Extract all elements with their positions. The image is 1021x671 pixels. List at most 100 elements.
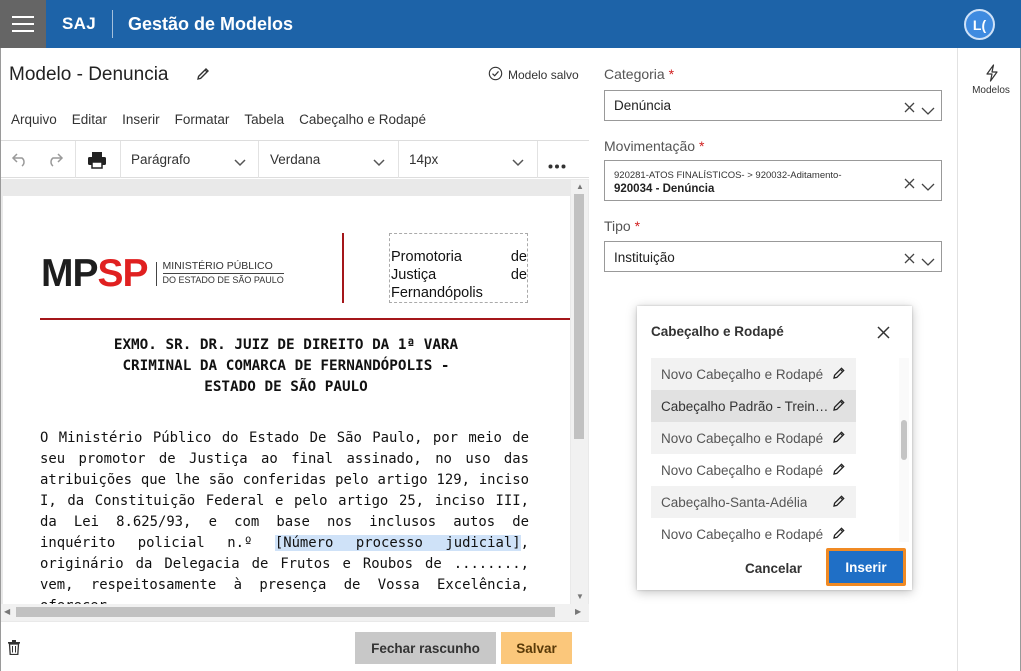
scrollbar-thumb[interactable] xyxy=(574,194,584,439)
trash-icon[interactable] xyxy=(8,640,20,660)
clear-icon[interactable] xyxy=(904,176,915,194)
pencil-icon[interactable] xyxy=(832,430,846,447)
pencil-icon[interactable] xyxy=(832,494,846,511)
movimentacao-select[interactable]: 920281-ATOS FINALÍSTICOS- > 920032-Adita… xyxy=(604,160,942,201)
insert-button[interactable]: Inserir xyxy=(826,548,906,586)
chevron-down-icon[interactable] xyxy=(512,154,524,172)
pencil-icon[interactable] xyxy=(832,366,846,383)
toolbar-divider xyxy=(120,141,121,178)
header-footer-dialog: Cabeçalho e Rodapé Novo Cabeçalho e Roda… xyxy=(637,306,912,590)
font-family-select[interactable]: Verdana xyxy=(270,152,320,167)
heading-line: ESTADO DE SÃO PAULO xyxy=(204,379,368,395)
scroll-up-icon[interactable]: ▲ xyxy=(576,182,584,191)
tipo-select[interactable]: Instituição xyxy=(604,241,942,272)
movimentacao-label-text: Movimentação xyxy=(604,138,696,154)
brand-logo[interactable]: SAJ xyxy=(62,14,96,34)
logo-org-line1: MINISTÉRIO PÚBLICO xyxy=(162,260,273,272)
logo-org-text: MINISTÉRIO PÚBLICO DO ESTADO DE SÃO PAUL… xyxy=(162,260,284,287)
scrollbar-thumb[interactable] xyxy=(16,607,555,617)
body-text: O Ministério Público do Estado De São Pa… xyxy=(40,430,529,551)
header-red-divider xyxy=(342,233,344,303)
list-item[interactable]: Cabeçalho-Santa-Adélia xyxy=(651,486,856,518)
clear-icon[interactable] xyxy=(904,100,915,118)
chevron-down-icon[interactable] xyxy=(373,154,385,172)
logo-org-line2: DO ESTADO DE SÃO PAULO xyxy=(162,273,284,285)
list-item[interactable]: Novo Cabeçalho e Rodapé xyxy=(651,422,856,454)
models-rail-label: Modelos xyxy=(972,85,1010,96)
menu-inserir[interactable]: Inserir xyxy=(115,112,168,127)
tipo-value: Instituição xyxy=(614,250,675,265)
list-item[interactable]: Novo Cabeçalho e Rodapé xyxy=(651,358,856,390)
scrollbar-thumb[interactable] xyxy=(901,420,907,460)
cancel-button[interactable]: Cancelar xyxy=(732,553,815,583)
edit-title-pencil-icon[interactable] xyxy=(195,66,211,87)
menu-tabela[interactable]: Tabela xyxy=(237,112,292,127)
check-circle-icon xyxy=(488,66,503,84)
toolbar-divider xyxy=(398,141,399,178)
list-item-label: Cabeçalho-Santa-Adélia xyxy=(661,494,808,510)
categoria-select[interactable]: Denúncia xyxy=(604,90,942,121)
menu-editar[interactable]: Editar xyxy=(65,112,115,127)
app-title: Gestão de Modelos xyxy=(127,13,294,34)
header-footer-list: Novo Cabeçalho e Rodapé Cabeçalho Padrão… xyxy=(651,358,899,542)
undo-icon[interactable] xyxy=(11,151,29,172)
promotoria-textbox[interactable]: Promotoria de Justiça de Fernandópolis xyxy=(389,233,528,303)
paragraph-select[interactable]: Parágrafo xyxy=(131,152,190,167)
toolbar-divider xyxy=(258,141,259,178)
document-vertical-scrollbar[interactable]: ▲ ▼ xyxy=(571,180,588,604)
list-item[interactable]: Novo Cabeçalho e Rodapé xyxy=(651,454,856,486)
scroll-right-icon[interactable]: ▶ xyxy=(575,607,581,616)
pencil-icon[interactable] xyxy=(832,526,846,543)
header-red-rule xyxy=(40,318,570,320)
document-page[interactable]: MP SP MINISTÉRIO PÚBLICO DO ESTADO DE SÃO… xyxy=(3,196,570,604)
list-item-label: Novo Cabeçalho e Rodapé xyxy=(661,526,824,542)
dialog-scrollbar[interactable] xyxy=(899,358,909,542)
mpsp-logo: MP SP MINISTÉRIO PÚBLICO DO ESTADO DE SÃO… xyxy=(41,254,284,293)
close-icon[interactable] xyxy=(877,326,890,344)
list-item-selected[interactable]: Cabeçalho Padrão - Treinamento xyxy=(651,390,856,422)
menu-formatar[interactable]: Formatar xyxy=(168,112,238,127)
more-options-icon[interactable] xyxy=(548,156,566,174)
document-title: Modelo - Denuncia xyxy=(9,64,169,85)
process-number-placeholder[interactable]: [Número processo judicial] xyxy=(274,535,521,551)
print-icon[interactable] xyxy=(87,151,107,174)
clear-icon[interactable] xyxy=(904,251,915,269)
tipo-label: Tipo * xyxy=(604,218,640,234)
document-horizontal-scrollbar[interactable]: ◀ ▶ xyxy=(1,604,589,621)
menu-arquivo[interactable]: Arquivo xyxy=(4,112,65,127)
list-item-label: Novo Cabeçalho e Rodapé xyxy=(661,430,824,446)
editor-menubar: Arquivo Editar Inserir Formatar Tabela C… xyxy=(4,112,434,127)
movimentacao-label: Movimentação * xyxy=(604,138,704,154)
saved-status-label: Modelo salvo xyxy=(508,68,579,82)
scroll-left-icon[interactable]: ◀ xyxy=(4,607,10,616)
promo-text: Promotoria xyxy=(391,249,462,265)
list-item-label: Cabeçalho Padrão - Treinamento xyxy=(661,398,832,414)
redo-icon[interactable] xyxy=(46,151,64,172)
saved-status: Modelo salvo xyxy=(488,66,579,84)
font-size-select[interactable]: 14px xyxy=(409,152,438,167)
scroll-down-icon[interactable]: ▼ xyxy=(576,592,584,601)
save-button[interactable]: Salvar xyxy=(501,632,572,664)
movimentacao-path: 920281-ATOS FINALÍSTICOS- > 920032-Adita… xyxy=(614,170,842,181)
dialog-title: Cabeçalho e Rodapé xyxy=(651,324,784,339)
document-heading: EXMO. SR. DR. JUIZ DE DIREITO DA 1ª VARA… xyxy=(40,335,532,398)
chevron-down-icon[interactable] xyxy=(921,178,935,196)
menu-cabecalho-rodape[interactable]: Cabeçalho e Rodapé xyxy=(292,112,434,127)
hamburger-menu-button[interactable] xyxy=(0,0,46,48)
list-item[interactable]: Novo Cabeçalho e Rodapé xyxy=(651,518,856,542)
chevron-down-icon[interactable] xyxy=(921,102,935,120)
topbar-divider xyxy=(111,10,113,38)
hamburger-icon xyxy=(12,16,34,32)
user-avatar[interactable]: L( xyxy=(964,9,995,40)
chevron-down-icon[interactable] xyxy=(234,154,246,172)
right-rail: Modelos xyxy=(957,48,1020,671)
chevron-down-icon[interactable] xyxy=(921,253,935,271)
promo-text: Justiça xyxy=(391,267,437,283)
pencil-icon[interactable] xyxy=(832,462,846,479)
editor-toolbar: Parágrafo Verdana 14px xyxy=(1,140,589,178)
pencil-icon[interactable] xyxy=(832,398,846,415)
promo-text: Fernandópolis xyxy=(391,285,483,301)
close-draft-button[interactable]: Fechar rascunho xyxy=(355,632,496,664)
top-bar: SAJ Gestão de Modelos L( xyxy=(0,0,1021,48)
required-mark: * xyxy=(668,66,675,82)
